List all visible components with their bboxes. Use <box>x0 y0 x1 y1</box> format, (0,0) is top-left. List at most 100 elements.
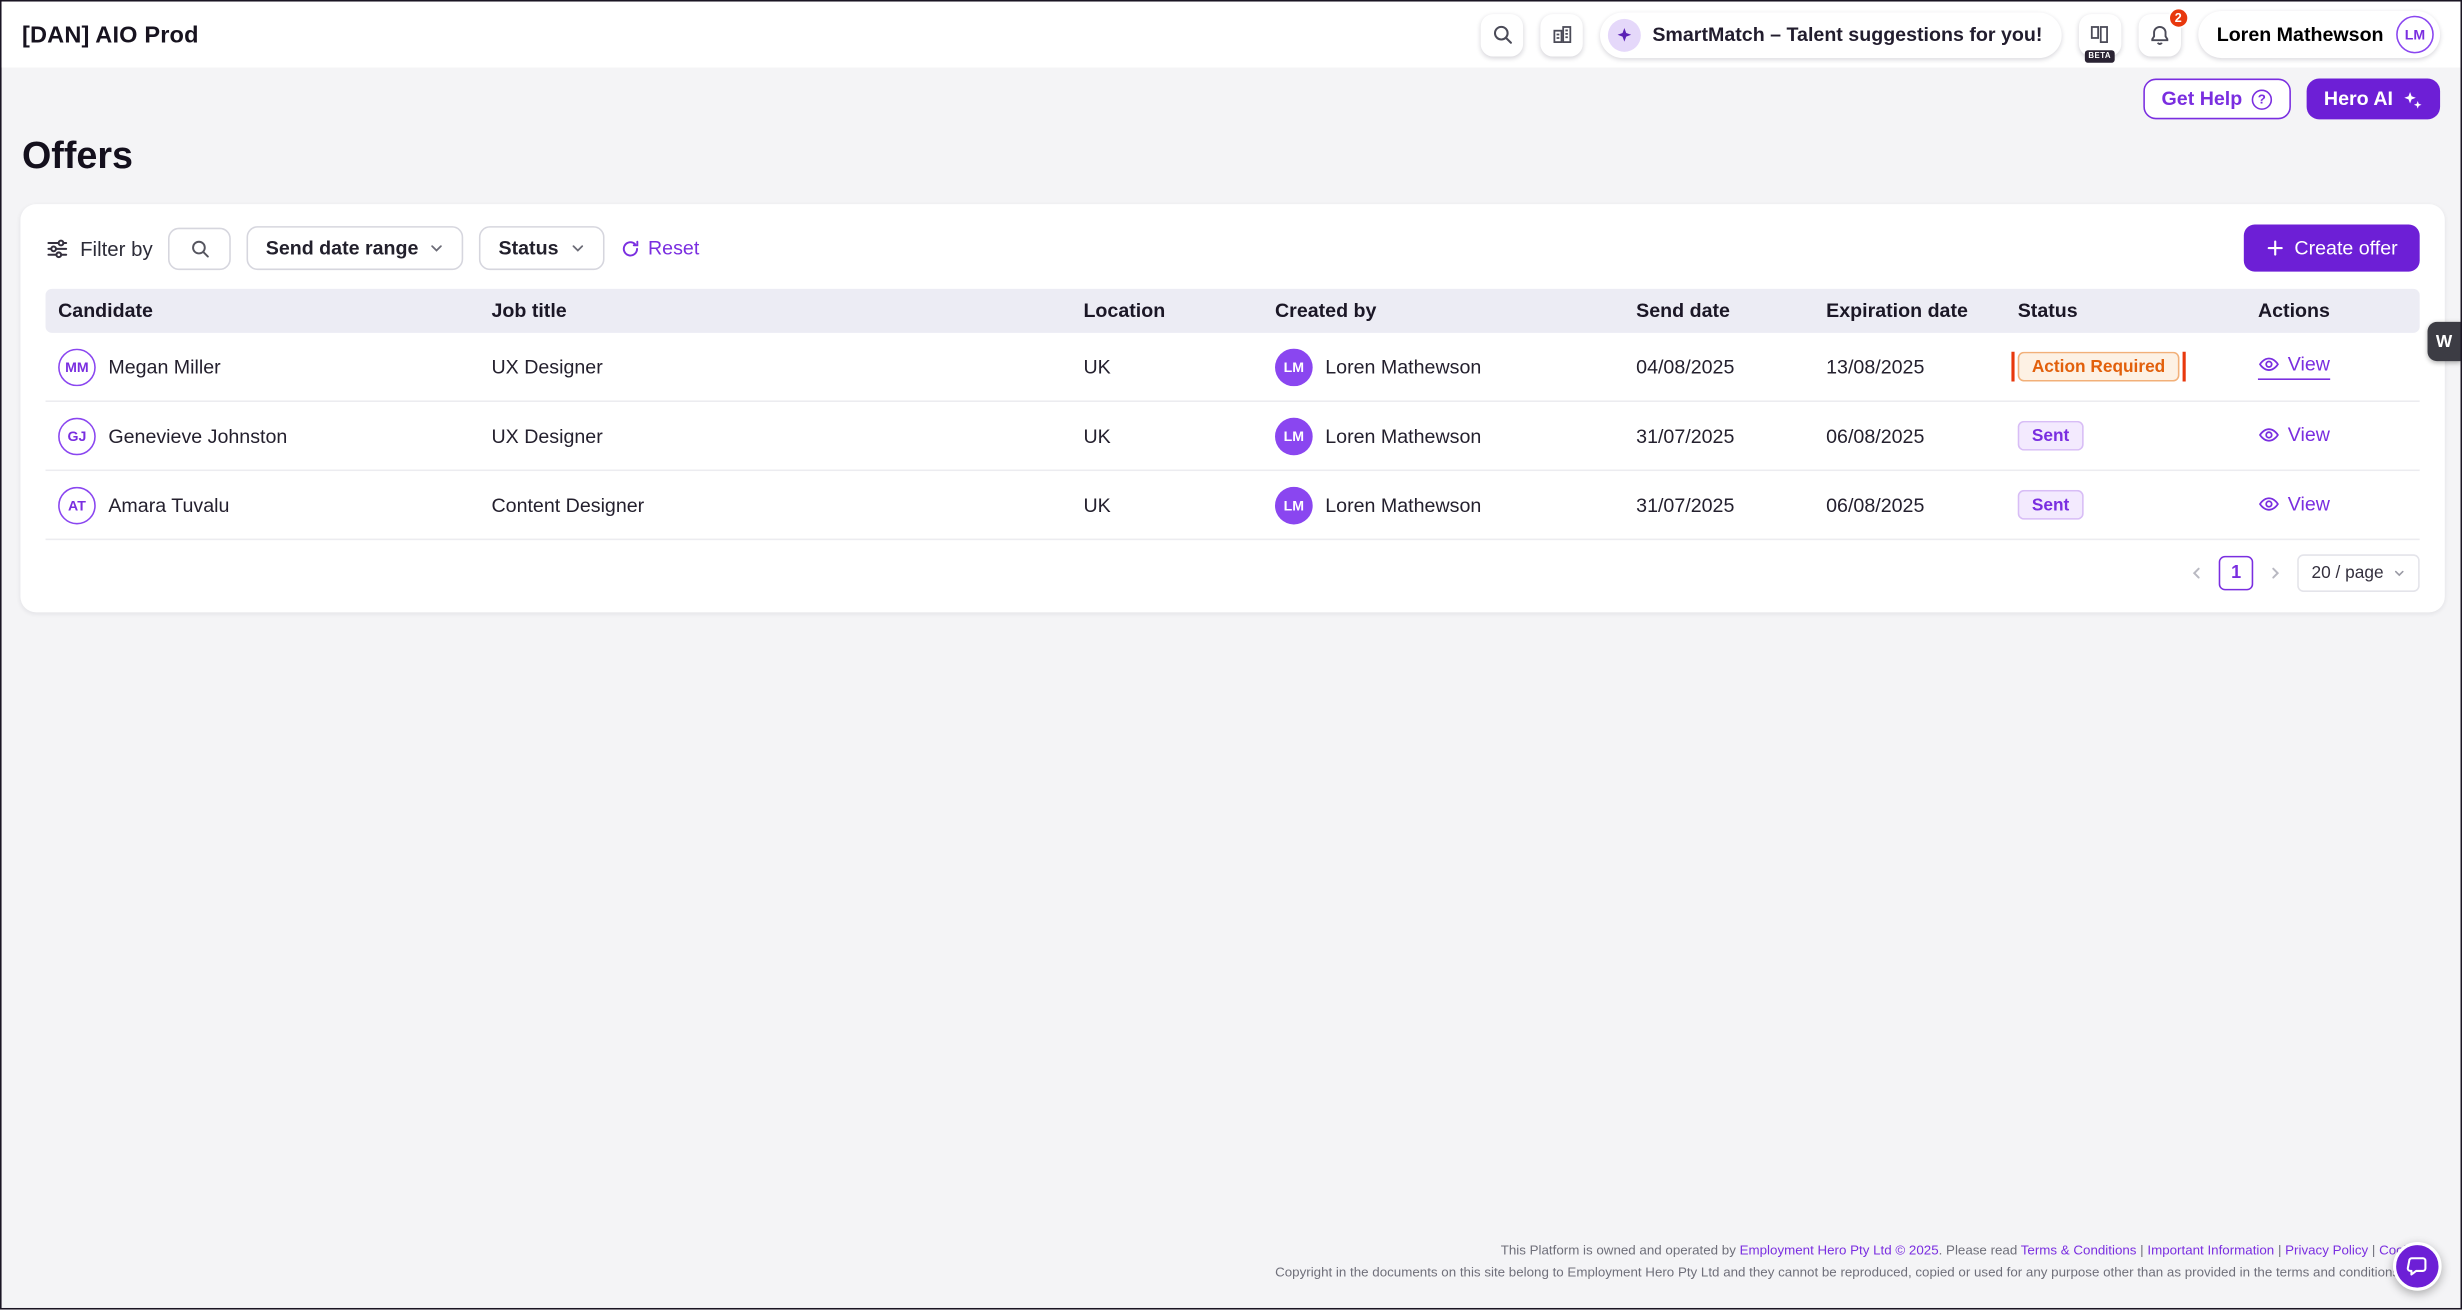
column-header-job-title: Job title <box>479 300 1071 322</box>
chevron-down-icon <box>429 240 445 256</box>
user-menu[interactable]: Loren Mathewson LM <box>2198 11 2440 58</box>
page-size-select[interactable]: 20 / page <box>2297 554 2419 592</box>
expiration-date: 06/08/2025 <box>1814 494 2006 516</box>
reset-icon <box>620 238 640 258</box>
view-label: View <box>2288 492 2330 514</box>
footer-separator: | <box>2274 1242 2285 1258</box>
view-offer-link[interactable]: View <box>2258 492 2330 517</box>
candidate-avatar: GJ <box>58 417 96 455</box>
location: UK <box>1071 494 1263 516</box>
expiration-date: 13/08/2025 <box>1814 356 2006 378</box>
candidate-name: Amara Tuvalu <box>108 494 229 516</box>
view-offer-link[interactable]: View <box>2258 423 2330 448</box>
offers-card: Filter by Send date range Status <box>20 204 2444 612</box>
footer-text: . Please read <box>1939 1242 2021 1258</box>
candidate-name: Megan Miller <box>108 356 220 378</box>
hero-ai-label: Hero AI <box>2324 88 2393 110</box>
reset-label: Reset <box>648 237 699 259</box>
search-icon <box>190 238 210 258</box>
search-button[interactable] <box>1481 13 1523 55</box>
view-label: View <box>2288 423 2330 445</box>
terms-conditions-link[interactable]: Terms & Conditions <box>2021 1242 2137 1258</box>
user-name: Loren Mathewson <box>2217 24 2384 46</box>
status-badge: Sent <box>2018 421 2084 451</box>
send-date: 31/07/2025 <box>1624 425 1814 447</box>
get-help-label: Get Help <box>2162 88 2243 110</box>
send-date: 31/07/2025 <box>1624 494 1814 516</box>
eye-icon <box>2258 423 2280 445</box>
filter-sliders-icon <box>46 236 70 260</box>
previous-page-button[interactable] <box>2189 565 2205 581</box>
create-offer-button[interactable]: Create offer <box>2244 225 2420 272</box>
question-icon: ? <box>2252 89 2272 109</box>
page-title: Offers <box>22 135 133 179</box>
created-by-name: Loren Mathewson <box>1325 356 1481 378</box>
notification-count-badge: 2 <box>2168 7 2188 27</box>
page-number-button[interactable]: 1 <box>2219 556 2254 591</box>
eye-icon <box>2258 353 2280 375</box>
candidate-avatar: AT <box>58 486 96 524</box>
column-header-location: Location <box>1071 300 1263 322</box>
side-widget-tab[interactable]: W <box>2428 322 2461 361</box>
job-title: UX Designer <box>479 425 1071 447</box>
kanban-icon <box>2089 24 2111 46</box>
footer-separator: | <box>2136 1242 2147 1258</box>
view-offer-link[interactable]: View <box>2258 353 2330 380</box>
app-title: [DAN] AIO Prod <box>22 21 199 48</box>
candidate-avatar: MM <box>58 348 96 386</box>
building-icon <box>1551 24 1573 46</box>
column-header-actions: Actions <box>2245 300 2419 322</box>
get-help-button[interactable]: Get Help ? <box>2143 79 2291 120</box>
table-row: GJ Genevieve Johnston UX Designer UK LM … <box>46 402 2420 471</box>
reset-filters-button[interactable]: Reset <box>620 237 700 259</box>
beta-badge: BETA <box>2085 49 2114 62</box>
filter-bar: Filter by Send date range Status <box>46 223 2420 273</box>
filter-by-label: Filter by <box>80 236 153 260</box>
footer-separator: | <box>2368 1242 2379 1258</box>
chat-widget-button[interactable] <box>2393 1242 2442 1291</box>
privacy-policy-link[interactable]: Privacy Policy <box>2285 1242 2368 1258</box>
send-date-range-label: Send date range <box>266 237 419 259</box>
filter-by: Filter by <box>46 236 153 260</box>
chevron-down-icon <box>2393 567 2406 580</box>
send-date-range-filter[interactable]: Send date range <box>247 226 464 270</box>
status-filter[interactable]: Status <box>480 226 604 270</box>
expiration-date: 06/08/2025 <box>1814 425 2006 447</box>
organisation-button[interactable] <box>1541 13 1583 55</box>
status-badge: Action Required <box>2018 352 2180 382</box>
smartmatch-banner[interactable]: SmartMatch – Talent suggestions for you! <box>1601 12 2062 58</box>
table-header: Candidate Job title Location Created by … <box>46 289 2420 333</box>
column-header-expiration-date: Expiration date <box>1814 300 2006 322</box>
next-page-button[interactable] <box>2268 565 2284 581</box>
chevron-down-icon <box>569 240 585 256</box>
hero-ai-button[interactable]: Hero AI <box>2307 79 2440 120</box>
status-filter-label: Status <box>499 237 559 259</box>
chat-bubble-icon <box>2406 1255 2430 1279</box>
created-by-name: Loren Mathewson <box>1325 494 1481 516</box>
view-label: View <box>2288 353 2330 375</box>
top-bar-actions: SmartMatch – Talent suggestions for you!… <box>1481 11 2440 58</box>
eye-icon <box>2258 492 2280 514</box>
table-row: MM Megan Miller UX Designer UK LM Loren … <box>46 333 2420 402</box>
page-size-value: 20 / page <box>2312 564 2384 583</box>
pagination: 1 20 / page <box>46 540 2420 600</box>
plus-icon <box>2266 239 2285 258</box>
location: UK <box>1071 425 1263 447</box>
footer-line-2: Copyright in the documents on this site … <box>1275 1262 2410 1283</box>
notifications-button[interactable]: 2 <box>2138 13 2180 55</box>
footer: This Platform is owned and operated by E… <box>1275 1240 2410 1282</box>
important-information-link[interactable]: Important Information <box>2147 1242 2274 1258</box>
table-search-input[interactable] <box>168 227 231 269</box>
table-row: AT Amara Tuvalu Content Designer UK LM L… <box>46 471 2420 540</box>
location: UK <box>1071 356 1263 378</box>
create-offer-label: Create offer <box>2294 237 2397 259</box>
recruitment-tools-button[interactable]: BETA <box>2079 13 2121 55</box>
created-by-avatar: LM <box>1275 486 1313 524</box>
footer-line-1: This Platform is owned and operated by E… <box>1275 1240 2410 1261</box>
employment-hero-link[interactable]: Employment Hero Pty Ltd © 2025 <box>1740 1242 1939 1258</box>
top-bar: [DAN] AIO Prod SmartMatch – Talent sugge… <box>2 2 2461 68</box>
secondary-actions: Get Help ? Hero AI <box>2143 79 2440 120</box>
column-header-status: Status <box>2005 300 2245 322</box>
app-window: [DAN] AIO Prod SmartMatch – Talent sugge… <box>0 0 2462 1310</box>
column-header-send-date: Send date <box>1624 300 1814 322</box>
